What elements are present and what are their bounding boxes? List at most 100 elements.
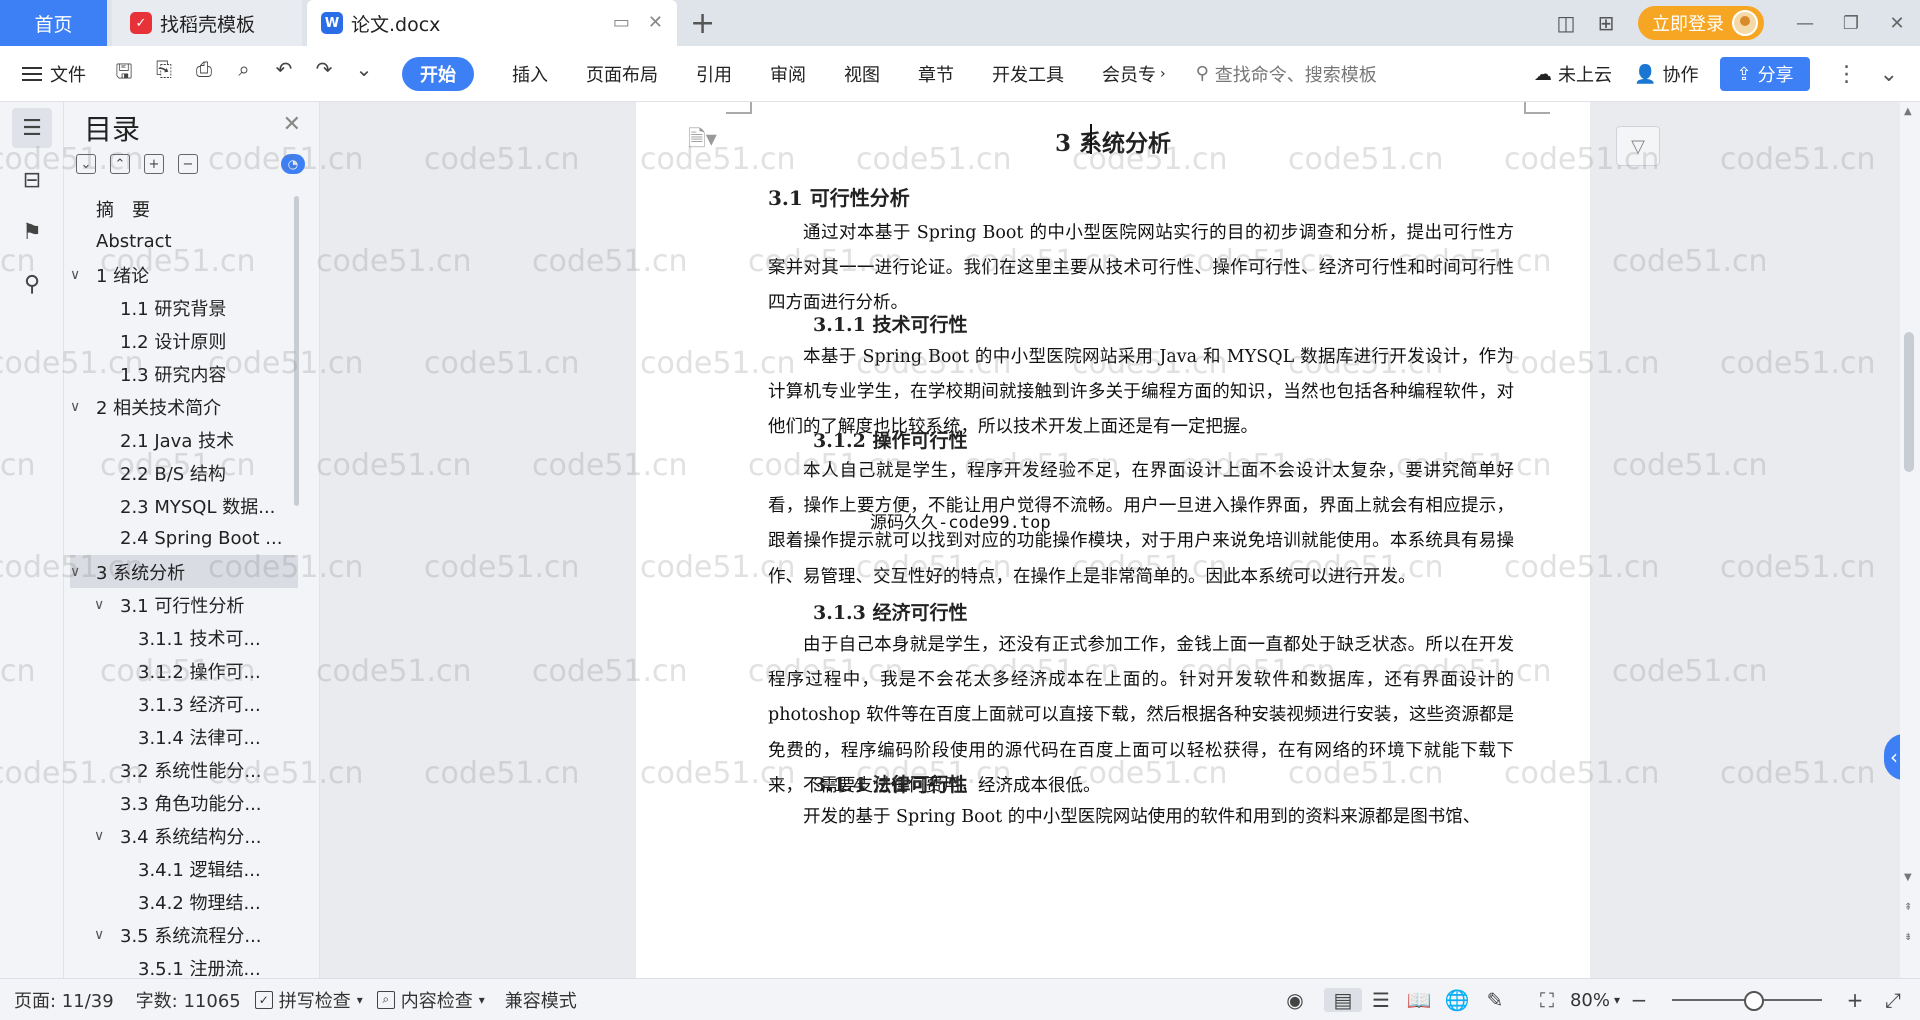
toc-item[interactable]: 2.4 Spring Boot ... [70, 522, 298, 555]
collaborate-button[interactable]: 👤 协作 [1634, 57, 1698, 91]
tab-page-layout[interactable]: 页面布局 [586, 57, 658, 91]
tab-home[interactable]: 首页 [0, 0, 107, 46]
toc-item[interactable]: 1.1 研究背景 [70, 291, 298, 324]
collapse-all-icon[interactable]: ⌃ [110, 154, 130, 174]
share-button[interactable]: ⇪ 分享 [1720, 57, 1810, 91]
fit-page-icon[interactable]: ⛶ [1528, 988, 1566, 1012]
chapter-nav-icon[interactable]: ⊟ [12, 160, 52, 200]
toc-item[interactable]: 1.2 设计原则 [70, 324, 298, 357]
toc-item[interactable]: 2.1 Java 技术 [70, 423, 298, 456]
float-window-icon[interactable]: ▭ [613, 12, 630, 33]
toc-view-icon[interactable]: ☰ [12, 108, 52, 148]
page-view-icon[interactable]: ▤ [1323, 988, 1362, 1012]
toc-item[interactable]: ∨ 3.5 系统流程分... [70, 918, 298, 951]
toc-item[interactable]: ∨ 2 相关技术简介 [70, 390, 298, 423]
expand-side-panel-icon[interactable]: ‹ [1884, 734, 1900, 780]
tab-review[interactable]: 审阅 [770, 57, 806, 91]
zoom-slider[interactable] [1672, 991, 1822, 1011]
page-count[interactable]: 页面: 11/39 [14, 987, 114, 1013]
apps-grid-icon[interactable]: ⊞ [1586, 11, 1626, 35]
file-menu-button[interactable]: 文件 [22, 57, 86, 91]
customize-dropdown-icon[interactable]: ⌄ [352, 57, 376, 91]
close-toc-icon[interactable]: ✕ [283, 112, 301, 137]
collapse-ribbon-icon[interactable]: ⌄ [1880, 57, 1898, 91]
toc-expand-icon[interactable]: ∨ [70, 399, 86, 415]
tab-developer[interactable]: 开发工具 [992, 57, 1064, 91]
toc-item[interactable]: 3.4.2 物理结... [70, 885, 298, 918]
close-window-icon[interactable]: ✕ [1874, 13, 1920, 34]
spell-dropdown-icon[interactable]: ▾ [357, 993, 363, 1007]
tab-references[interactable]: 引用 [696, 57, 732, 91]
more-tabs-icon[interactable]: › [1160, 66, 1166, 82]
prev-page-icon[interactable]: ⇞ [1904, 902, 1912, 913]
toc-item[interactable]: 2.3 MYSQL 数据... [70, 489, 298, 522]
close-tab-icon[interactable]: ✕ [648, 12, 663, 33]
tab-member[interactable]: 会员专 › [1102, 57, 1166, 91]
print-icon[interactable]: ⎙ [192, 57, 216, 91]
tab-template[interactable]: ✓ 找稻壳模板 [112, 0, 302, 46]
restore-icon[interactable]: ❐ [1828, 13, 1874, 34]
toc-expand-icon[interactable]: ∨ [94, 828, 110, 844]
outline-view-icon[interactable]: ☰ [1362, 988, 1400, 1012]
toc-expand-icon[interactable]: ∨ [70, 564, 86, 580]
toc-scrollbar[interactable] [294, 196, 299, 506]
print-preview-icon[interactable]: ⌕ [232, 57, 256, 91]
toc-item[interactable]: 3.3 角色功能分... [70, 786, 298, 819]
tab-section[interactable]: 章节 [918, 57, 954, 91]
toc-item[interactable]: 3.1.3 经济可... [70, 687, 298, 720]
tab-view[interactable]: 视图 [844, 57, 880, 91]
doc-assistant-icon[interactable]: ▽ [1616, 126, 1660, 166]
zoom-level[interactable]: 80% [1570, 990, 1610, 1011]
toc-item[interactable]: Abstract [70, 225, 298, 258]
minimize-icon[interactable]: — [1782, 13, 1828, 34]
toc-item[interactable]: 3.2 系统性能分... [70, 753, 298, 786]
toc-item[interactable]: ∨ 3.1 可行性分析 [70, 588, 298, 621]
more-options-icon[interactable]: ⋮ [1836, 57, 1858, 91]
save-icon[interactable]: 🖫 [112, 57, 136, 91]
zoom-in-icon[interactable]: + [1836, 988, 1874, 1012]
redo-icon[interactable]: ↷ [312, 57, 336, 91]
tab-start[interactable]: 开始 [402, 56, 474, 91]
reading-view-icon[interactable]: 📖 [1400, 988, 1438, 1012]
toc-expand-icon[interactable]: ∨ [94, 597, 110, 613]
cloud-status-button[interactable]: ☁ 未上云 [1534, 57, 1612, 91]
content-dropdown-icon[interactable]: ▾ [479, 993, 485, 1007]
scroll-down-icon[interactable]: ▼ [1904, 872, 1912, 883]
toc-expand-icon[interactable]: ∨ [70, 267, 86, 283]
fullscreen-icon[interactable]: ⤢ [1874, 988, 1912, 1012]
pen-icon[interactable]: ✎ [1476, 988, 1514, 1012]
toc-item[interactable]: 3.1.4 法律可... [70, 720, 298, 753]
tab-document[interactable]: W 论文.docx ▭ ✕ [307, 0, 677, 46]
toc-item[interactable]: ∨ 1 绪论 [70, 258, 298, 291]
next-page-icon[interactable]: ⇟ [1904, 932, 1912, 943]
vertical-scrollbar[interactable]: ▲ ▼ ⇞ ⇟ [1900, 102, 1920, 978]
document-page[interactable]: 🗎▾ 3 系统分析 3.1 可行性分析 通过对本基于 Spring Boot 的… [636, 102, 1590, 978]
toc-expand-icon[interactable]: ∨ [94, 927, 110, 943]
new-tab-button[interactable]: + [690, 6, 715, 41]
layout-icon[interactable]: ◫ [1546, 11, 1586, 35]
web-view-icon[interactable]: 🌐 [1438, 988, 1476, 1012]
export-pdf-icon[interactable]: ⎘ [152, 57, 176, 91]
eye-protection-icon[interactable]: ◉ [1276, 988, 1314, 1012]
add-heading-icon[interactable]: + [144, 154, 164, 174]
expand-all-icon[interactable]: ⌄ [76, 154, 96, 174]
remove-heading-icon[interactable]: − [178, 154, 198, 174]
scroll-up-icon[interactable]: ▲ [1904, 106, 1912, 117]
toc-item[interactable]: ∨ 3.4 系统结构分... [70, 819, 298, 852]
toc-item[interactable]: 3.1.1 技术可... [70, 621, 298, 654]
toc-item[interactable]: 2.2 B/S 结构 [70, 456, 298, 489]
bookmark-icon[interactable]: ⚑ [12, 212, 52, 252]
toc-item[interactable]: 摘 要 [70, 192, 298, 225]
spell-check-button[interactable]: ✓ 拼写检查 ▾ [254, 987, 363, 1013]
toc-item[interactable]: 3.5.1 注册流... [70, 951, 298, 979]
content-check-button[interactable]: ⌕ 内容检查 ▾ [376, 987, 485, 1013]
tab-insert[interactable]: 插入 [512, 57, 548, 91]
ai-assistant-icon[interactable]: ◔ [281, 154, 305, 174]
undo-icon[interactable]: ↶ [272, 57, 296, 91]
find-icon[interactable]: ⚲ [12, 264, 52, 304]
command-search[interactable]: ⚲ 查找命令、搜索模板 [1196, 57, 1377, 91]
toc-item[interactable]: ∨ 3 系统分析 [70, 555, 298, 588]
scroll-thumb[interactable] [1904, 332, 1914, 472]
toc-item[interactable]: 1.3 研究内容 [70, 357, 298, 390]
word-count[interactable]: 字数: 11065 [136, 987, 241, 1013]
